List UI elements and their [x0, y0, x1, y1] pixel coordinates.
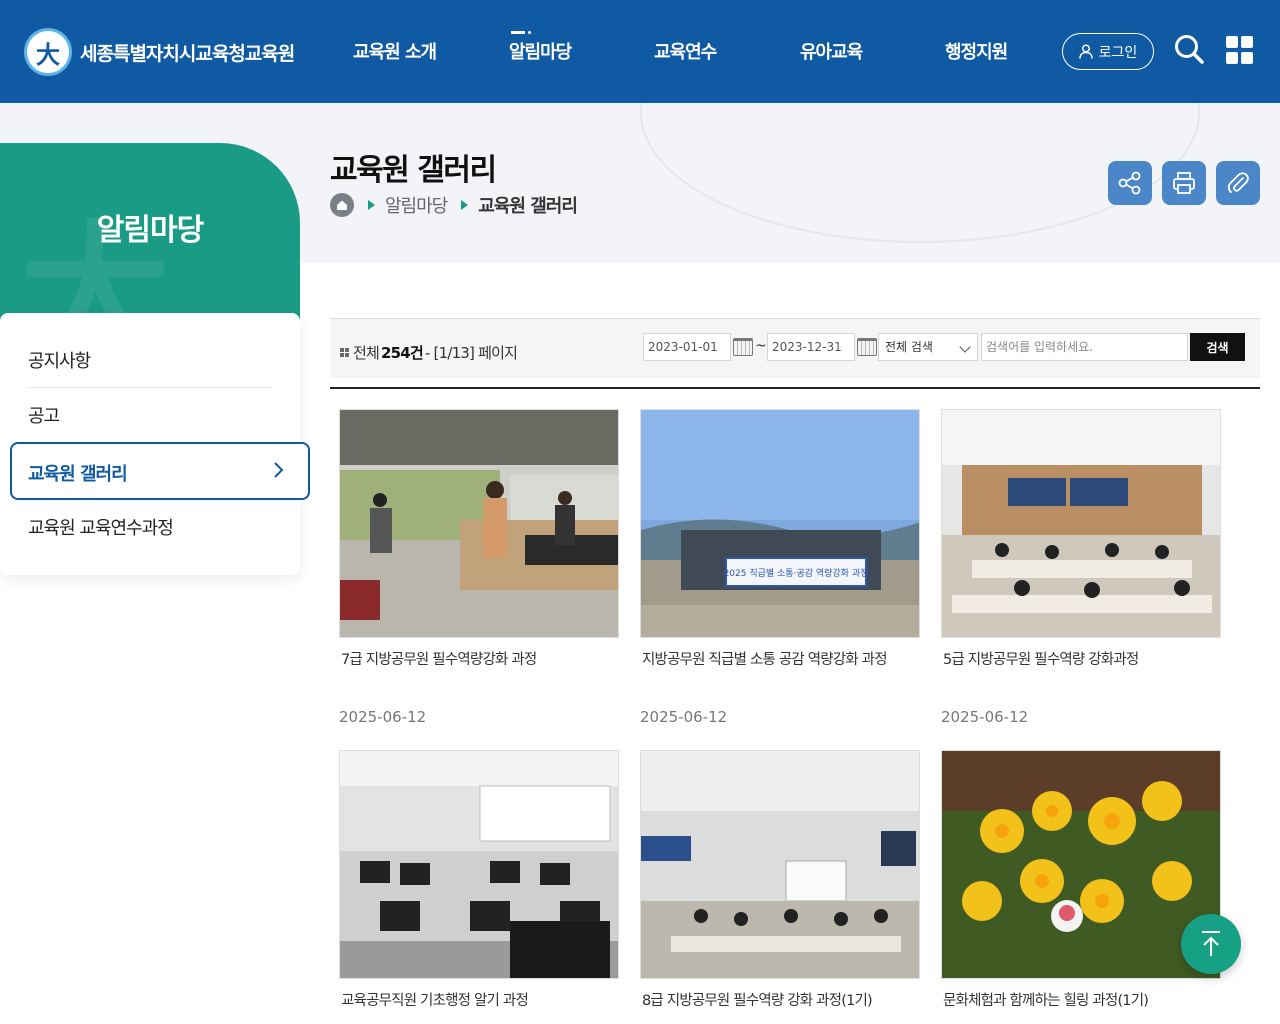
gallery-thumbnail[interactable] — [339, 409, 619, 638]
sidebar-header: 大 알림마당 — [0, 143, 300, 333]
search-bar-divider — [330, 387, 1260, 389]
gallery-thumbnail[interactable] — [941, 409, 1221, 638]
gallery-title[interactable]: 8급 지방공무원 필수역량 강화 과정(1기) — [642, 989, 920, 1010]
print-icon — [1173, 172, 1195, 194]
gallery-title[interactable]: 교육공무직원 기초행정 알기 과정 — [341, 989, 619, 1010]
search-scope-value: 전체 검색 — [885, 340, 933, 354]
page-title: 교육원 갤러리 — [330, 153, 497, 188]
login-button[interactable]: 로그인 — [1062, 33, 1154, 70]
sidebar-watermark-icon: 大 — [20, 208, 171, 333]
gallery-date: 2025-06-12 — [339, 708, 427, 726]
share-button[interactable] — [1108, 161, 1152, 205]
attach-icon — [1227, 172, 1249, 193]
all-menu-icon[interactable] — [1226, 36, 1254, 64]
search-scope-select[interactable]: 전체 검색 — [878, 333, 978, 361]
date-separator: ~ — [755, 338, 767, 354]
date-to-input[interactable] — [767, 333, 855, 361]
sidebar-item-courses[interactable]: 교육원 교육연수과정 — [28, 514, 272, 540]
total-count-value: 254건 — [381, 344, 424, 362]
nav-item-admin[interactable]: 행정지원 — [945, 38, 1008, 64]
gallery-title[interactable]: 지방공무원 직급별 소통 공감 역량강화 과정 — [642, 648, 920, 669]
nav-item-training[interactable]: 교육연수 — [654, 38, 717, 64]
share-icon — [1118, 171, 1141, 195]
nav-item-early-edu[interactable]: 유아교육 — [800, 38, 863, 64]
list-icon — [340, 348, 349, 357]
breadcrumb: 알림마당 교육원 갤러리 — [330, 192, 578, 218]
sidebar-item-announcements[interactable]: 공고 — [28, 402, 272, 428]
sidebar-menu: 공지사항 공고 교육원 갤러리 교육원 교육연수과정 — [0, 313, 310, 575]
arrow-up-icon — [1202, 931, 1220, 956]
chevron-right-icon — [274, 462, 284, 478]
date-from-input[interactable] — [643, 333, 731, 361]
total-prefix: 전체 — [353, 344, 380, 362]
gallery-thumbnail[interactable] — [339, 750, 619, 979]
breadcrumb-arrow-icon — [368, 200, 375, 210]
nav-item-notice[interactable]: 알림마당 — [509, 31, 572, 64]
sidebar-divider — [28, 387, 272, 388]
sidebar-title: 알림마당 — [96, 213, 204, 248]
site-header: 大 세종특별자치시교육청교육원 교육원 소개 알림마당 교육연수 유아교육 행정… — [0, 0, 1280, 103]
attach-button[interactable] — [1216, 161, 1260, 205]
gallery-thumbnail[interactable] — [640, 750, 920, 979]
calendar-icon[interactable] — [857, 338, 877, 356]
sidebar-item-gallery[interactable]: 교육원 갤러리 — [10, 442, 310, 500]
calendar-icon[interactable] — [733, 338, 753, 356]
gallery-title[interactable]: 5급 지방공무원 필수역량 강화과정 — [943, 648, 1221, 669]
nav-item-intro[interactable]: 교육원 소개 — [353, 38, 437, 64]
total-count: 전체 254건 - [1/13] 페이지 — [340, 342, 518, 363]
gallery-date: 2025-06-12 — [640, 708, 728, 726]
chevron-down-icon — [959, 341, 971, 353]
breadcrumb-item[interactable]: 알림마당 — [385, 192, 448, 218]
print-button[interactable] — [1162, 161, 1206, 205]
breadcrumb-current: 교육원 갤러리 — [478, 196, 578, 217]
home-icon[interactable] — [330, 193, 354, 217]
search-submit-button[interactable]: 검색 — [1190, 333, 1245, 361]
gallery-thumbnail[interactable] — [941, 750, 1221, 979]
keyword-input[interactable] — [981, 333, 1188, 361]
page-info: - [1/13] 페이지 — [424, 344, 518, 362]
scroll-top-button[interactable] — [1181, 914, 1241, 974]
banner-text: 2025 직급별 소통·공감 역량강화 과정 — [724, 567, 869, 579]
login-label: 로그인 — [1098, 44, 1138, 61]
gallery-title[interactable]: 7급 지방공무원 필수역량강화 과정 — [341, 648, 619, 669]
search-icon[interactable] — [1174, 34, 1204, 64]
gallery-date: 2025-06-12 — [941, 708, 1029, 726]
gallery-title[interactable]: 문화체험과 함께하는 힐링 과정(1기) — [943, 989, 1221, 1010]
user-icon — [1078, 44, 1093, 59]
sidebar-item-notices[interactable]: 공지사항 — [28, 347, 272, 373]
gallery-thumbnail[interactable]: 2025 직급별 소통·공감 역량강화 과정 — [640, 409, 920, 638]
breadcrumb-arrow-icon — [461, 200, 469, 210]
sidebar-item-label: 교육원 갤러리 — [28, 464, 128, 485]
